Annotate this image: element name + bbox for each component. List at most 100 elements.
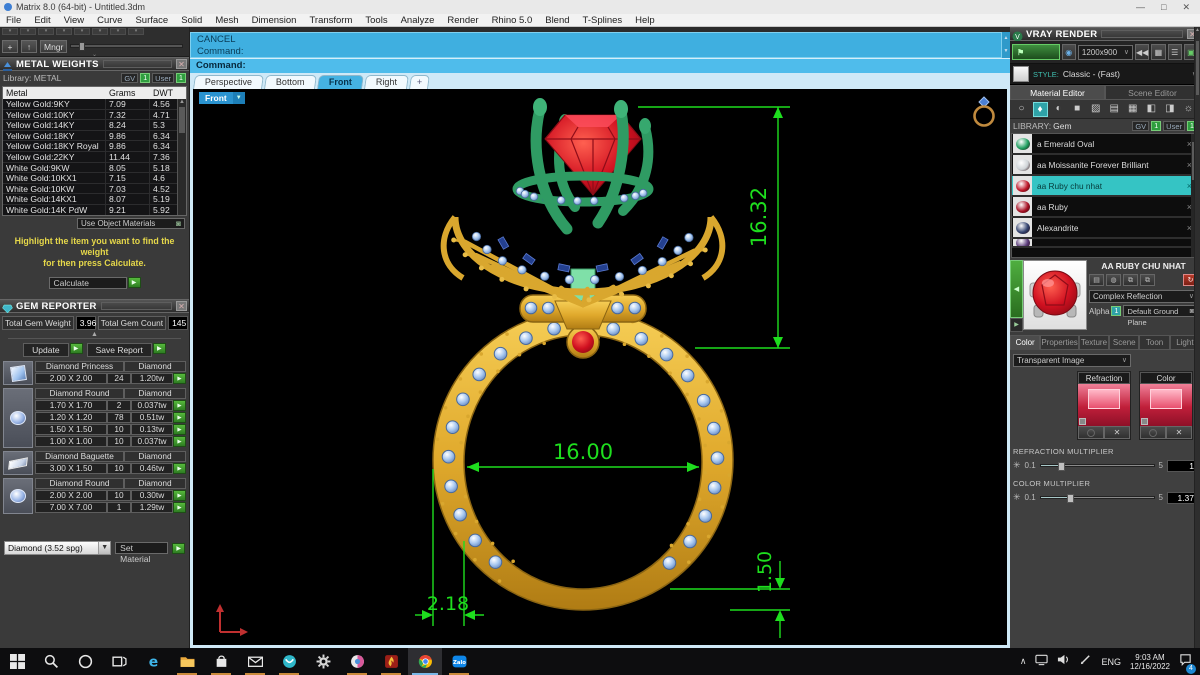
pattern-material-icon[interactable]: ▦ (1125, 102, 1140, 117)
gem-size-row[interactable]: 2.00 X 2.00 24 1.20tw ▶ (35, 373, 186, 384)
metal-row[interactable]: Yellow Gold:18KY 9.86 6.34 (3, 130, 186, 142)
material-item[interactable]: aa Moissanite Forever Brilliant × (1012, 155, 1198, 176)
chrome-icon[interactable] (408, 648, 442, 675)
menu-item-help[interactable]: Help (635, 15, 655, 26)
menu-item-dimension[interactable]: Dimension (252, 15, 297, 26)
zalo-icon[interactable]: Zalo (442, 648, 476, 675)
gem-size-row[interactable]: 3.00 X 1.50 10 0.46tw ▶ (35, 463, 186, 474)
hatch-material-icon[interactable]: ▨ (1088, 102, 1103, 117)
menu-item-render[interactable]: Render (447, 15, 478, 26)
menu-item-analyze[interactable]: Analyze (401, 15, 435, 26)
edge-icon[interactable]: e (136, 648, 170, 675)
refraction-slider-handle[interactable] (1058, 462, 1066, 471)
shade-material-icon[interactable]: ▤ (1107, 102, 1122, 117)
viewport-tab-right[interactable]: Right (363, 75, 409, 89)
menu-item-blend[interactable]: Blend (545, 15, 569, 26)
gem-reporter-collapse-pip[interactable]: ▲ (8, 331, 181, 339)
save-material-icon[interactable]: ▤ (1089, 274, 1104, 286)
add-viewport-tab[interactable]: + (408, 75, 430, 89)
world-icon[interactable]: ◍ (1106, 274, 1121, 286)
menu-item-file[interactable]: File (6, 15, 21, 26)
gem-size-row[interactable]: 1.00 X 1.00 10 0.037tw ▶ (35, 436, 186, 447)
render-sphere-icon[interactable]: ◉ (1061, 44, 1076, 60)
metal-row[interactable]: White Gold:9KW 8.05 5.18 (3, 162, 186, 174)
transparent-image-select[interactable]: Transparent Image ∨ (1013, 354, 1131, 367)
game-icon[interactable] (374, 648, 408, 675)
color-multiplier-value[interactable]: 1.37 (1167, 491, 1197, 504)
metal-user-toggle[interactable]: User (152, 73, 174, 83)
viewport-tab-bottom[interactable]: Bottom (264, 75, 317, 89)
up-button[interactable]: ↑ (21, 39, 37, 53)
ring-model[interactable]: 16.32 16.00 2.18 1.50 (193, 89, 1007, 645)
property-tab-scene[interactable]: Scene (1109, 335, 1140, 350)
menu-item-edit[interactable]: Edit (34, 15, 50, 26)
metal-table-scrollbar[interactable]: ▲ (177, 99, 186, 215)
metal-row[interactable]: Yellow Gold:10KY 7.32 4.71 (3, 109, 186, 121)
clock[interactable]: 9:03 AM 12/16/2022 (1130, 653, 1170, 671)
ring-orientation-widget[interactable] (969, 93, 999, 131)
right-panel-scrollbar[interactable]: ▲ (1194, 27, 1200, 648)
language-indicator[interactable]: ENG (1101, 657, 1121, 667)
paint-3d-icon[interactable] (340, 648, 374, 675)
command-input[interactable]: Command: (190, 58, 1010, 73)
use-object-materials-select[interactable]: Use Object Materials ◙ (77, 218, 185, 229)
gem-group[interactable]: Diamond Princess Diamond 2.00 X 2.00 24 1.20… (3, 361, 186, 385)
gem-size-row[interactable]: 7.00 X 7.00 1 1.29tw ▶ (35, 502, 186, 513)
ball-material-icon[interactable]: ◐ (1051, 102, 1066, 117)
calculate-button[interactable]: Calculate (48, 277, 127, 289)
viewport-label[interactable]: Front ▼ (199, 92, 245, 104)
refraction-clear-icon[interactable]: ✕ (1104, 426, 1130, 439)
gem-group[interactable]: Diamond Round Diamond 2.00 X 2.00 10 0.30tw ▶… (3, 478, 186, 514)
update-button[interactable]: Update ▶ (23, 343, 83, 357)
viewport-tab-perspective[interactable]: Perspective (193, 75, 265, 89)
refraction-multiplier-value[interactable]: 1 (1167, 459, 1197, 472)
metal-row[interactable]: Yellow Gold:22KY 11.44 7.36 (3, 151, 186, 163)
viewport-front[interactable]: Front ▼ 16.32 16.00 2.18 1.50 (193, 89, 1007, 645)
copy-material-icon[interactable]: ⧉ (1123, 274, 1138, 286)
rewind-icon[interactable]: ◀◀ (1135, 44, 1150, 60)
material-item[interactable]: aa Ruby × (1012, 197, 1198, 218)
command-history-scrollbar[interactable]: ▲ ▼ (1002, 32, 1010, 58)
render-style-row[interactable]: STYLE: Classic - (Fast) ∨ (1010, 64, 1200, 85)
property-tab-texture[interactable]: Texture (1078, 335, 1110, 350)
gem-size-row[interactable]: 1.50 X 1.50 10 0.13tw ▶ (35, 424, 186, 435)
gem-user-toggle[interactable]: User (1163, 121, 1185, 131)
gem-group[interactable]: Diamond Baguette Diamond 3.00 X 1.50 10 0.46… (3, 451, 186, 475)
settings-icon[interactable] (306, 648, 340, 675)
metal-row[interactable]: Yellow Gold:14KY 8.24 5.3 (3, 120, 186, 131)
swap-right-material-icon[interactable]: ◨ (1162, 102, 1177, 117)
metal-row[interactable]: White Gold:10KX1 7.15 4.6 (3, 173, 186, 184)
metal-gv-toggle[interactable]: GV (121, 73, 139, 83)
metal-weights-header[interactable]: METAL WEIGHTS ✕ (0, 57, 189, 71)
tray-chevron-icon[interactable]: ∧ (1020, 656, 1027, 667)
material-item[interactable] (1012, 239, 1198, 248)
calculate-go-icon[interactable]: ▶ (127, 277, 141, 288)
col-dwt[interactable]: DWT (150, 87, 186, 99)
gem-gv-toggle[interactable]: GV (1132, 121, 1150, 131)
color-color-picker-icon[interactable] (1140, 426, 1166, 439)
start-icon[interactable] (0, 648, 34, 675)
notification-center-icon[interactable]: 4 (1179, 653, 1196, 674)
toolbar-slider[interactable] (70, 42, 183, 51)
pen-icon[interactable] (1079, 653, 1092, 671)
tab-material-editor[interactable]: Material Editor (1010, 85, 1105, 100)
gem-group[interactable]: Diamond Round Diamond 1.70 X 1.70 2 0.037tw ▶… (3, 388, 186, 448)
resolution-select[interactable]: 1200x900 ∨ (1077, 44, 1134, 60)
file-explorer-icon[interactable] (170, 648, 204, 675)
metal-weights-close-icon[interactable]: ✕ (176, 59, 187, 69)
menu-item-rhino-5-0[interactable]: Rhino 5.0 (492, 15, 533, 26)
refraction-color-picker-icon[interactable] (1078, 426, 1104, 439)
center-cabochon-gem[interactable] (572, 331, 594, 353)
mail-icon[interactable] (238, 648, 272, 675)
gem-go-icon[interactable]: ▶ (173, 424, 186, 435)
menu-item-surface[interactable]: Surface (135, 15, 168, 26)
material-item[interactable]: aa Ruby chu nhat × (1012, 176, 1198, 197)
gem-go-icon[interactable]: ▶ (173, 502, 186, 513)
gem-size-row[interactable]: 2.00 X 2.00 10 0.30tw ▶ (35, 490, 186, 501)
gem-go-icon[interactable]: ▶ (173, 490, 186, 501)
close-button[interactable]: ✕ (1182, 2, 1190, 13)
store-icon[interactable] (204, 648, 238, 675)
tab-scene-editor[interactable]: Scene Editor (1105, 85, 1200, 100)
color-clear-icon[interactable]: ✕ (1166, 426, 1192, 439)
render-log-icon[interactable]: ☰ (1167, 44, 1182, 60)
